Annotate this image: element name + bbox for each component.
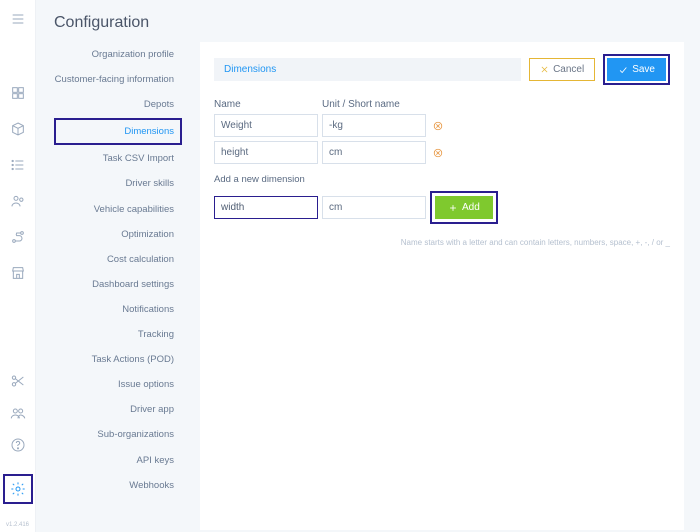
add-button[interactable]: Add xyxy=(435,196,493,219)
breadcrumb: Dimensions xyxy=(214,58,521,81)
dimension-unit-input[interactable] xyxy=(322,141,426,164)
page-title: Configuration xyxy=(54,14,684,32)
menu-icon[interactable] xyxy=(9,10,27,28)
save-highlight: Save xyxy=(603,54,670,85)
settings-nav-item[interactable]: Vehicle capabilities xyxy=(54,197,182,222)
main: Configuration Organization profileCustom… xyxy=(36,0,700,532)
table-row xyxy=(214,114,670,137)
box-icon[interactable] xyxy=(9,120,27,138)
dimension-name-input[interactable] xyxy=(214,141,318,164)
settings-nav-item[interactable]: Issue options xyxy=(54,372,182,397)
add-highlight: Add xyxy=(430,191,498,224)
gear-highlight xyxy=(3,474,33,504)
group-icon[interactable] xyxy=(9,404,27,422)
list-icon[interactable] xyxy=(9,156,27,174)
dimension-name-input[interactable] xyxy=(214,114,318,137)
settings-nav-item[interactable]: Sub-organizations xyxy=(54,422,182,447)
gear-icon[interactable] xyxy=(9,480,27,498)
icon-rail: v1.2.416 xyxy=(0,0,36,532)
settings-nav-item[interactable]: Optimization xyxy=(54,222,182,247)
settings-nav-item[interactable]: Dashboard settings xyxy=(54,272,182,297)
name-header: Name xyxy=(214,99,322,110)
settings-nav-item[interactable]: Webhooks xyxy=(54,473,182,498)
settings-nav-item[interactable]: Customer-facing information xyxy=(54,67,182,92)
dashboard-icon[interactable] xyxy=(9,84,27,102)
check-icon xyxy=(618,65,628,75)
scissors-icon[interactable] xyxy=(9,372,27,390)
settings-nav-item[interactable]: Tracking xyxy=(54,322,182,347)
settings-nav-item[interactable]: Cost calculation xyxy=(54,247,182,272)
route-icon[interactable] xyxy=(9,228,27,246)
panel: Dimensions Cancel Save Name Unit / Short… xyxy=(200,42,684,530)
dimension-unit-input[interactable] xyxy=(322,114,426,137)
table-row xyxy=(214,141,670,164)
delete-icon[interactable] xyxy=(430,121,446,131)
team-icon[interactable] xyxy=(9,192,27,210)
plus-icon xyxy=(448,203,458,213)
hint-text: Name starts with a letter and can contai… xyxy=(214,238,670,247)
settings-nav-item[interactable]: Depots xyxy=(54,92,182,117)
store-icon[interactable] xyxy=(9,264,27,282)
save-label: Save xyxy=(632,64,655,75)
help-icon[interactable] xyxy=(9,436,27,454)
settings-nav-item[interactable]: Task CSV Import xyxy=(54,146,182,171)
settings-nav: Organization profileCustomer-facing info… xyxy=(54,42,182,530)
dimension-rows xyxy=(214,114,670,164)
settings-nav-item[interactable]: Task Actions (POD) xyxy=(54,347,182,372)
settings-nav-item[interactable]: Dimensions xyxy=(54,118,182,145)
settings-nav-item[interactable]: API keys xyxy=(54,448,182,473)
cancel-button[interactable]: Cancel xyxy=(529,58,595,81)
cancel-icon xyxy=(540,65,549,74)
settings-nav-item[interactable]: Notifications xyxy=(54,297,182,322)
new-name-input[interactable] xyxy=(214,196,318,219)
delete-icon[interactable] xyxy=(430,148,446,158)
settings-nav-item[interactable]: Organization profile xyxy=(54,42,182,67)
add-button-label: Add xyxy=(462,202,480,213)
unit-header: Unit / Short name xyxy=(322,99,430,110)
version-label: v1.2.416 xyxy=(6,522,29,528)
cancel-label: Cancel xyxy=(553,64,584,75)
new-unit-input[interactable] xyxy=(322,196,426,219)
settings-nav-item[interactable]: Driver app xyxy=(54,397,182,422)
save-button[interactable]: Save xyxy=(607,58,666,81)
settings-nav-item[interactable]: Driver skills xyxy=(54,171,182,196)
add-label: Add a new dimension xyxy=(214,174,670,185)
